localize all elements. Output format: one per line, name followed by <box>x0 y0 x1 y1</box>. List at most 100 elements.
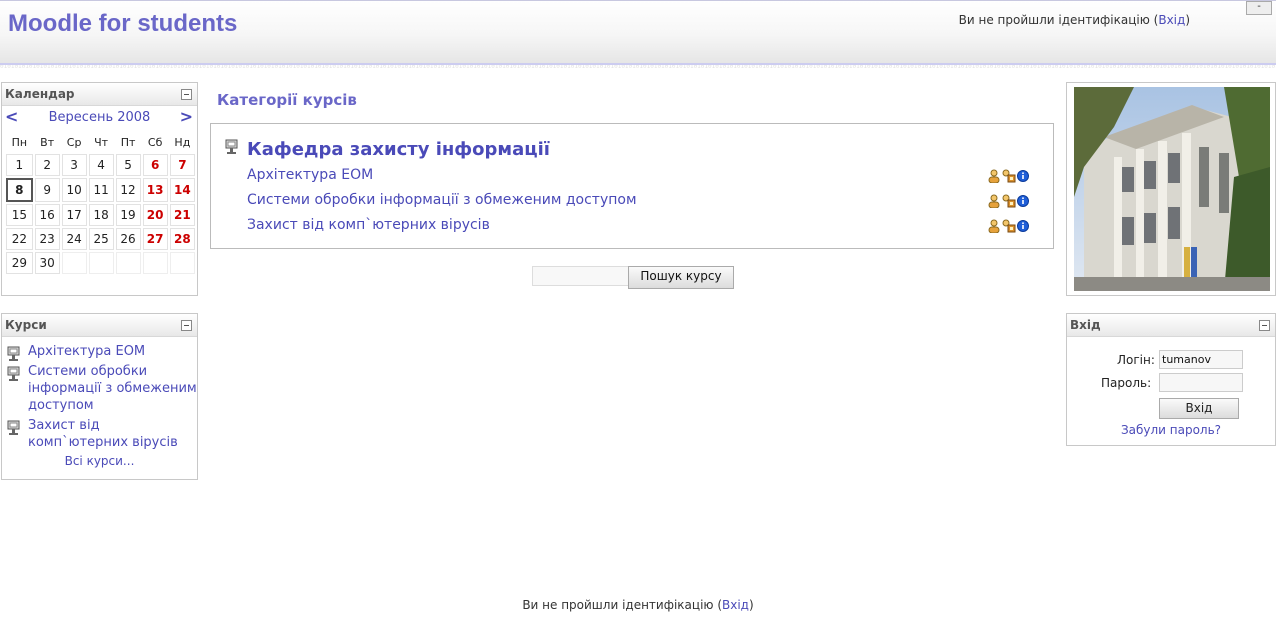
page-title: Категорії курсів <box>217 91 357 109</box>
page-footer: Ви не пройшли ідентифікацію (Вхід) <box>522 598 754 612</box>
course-info-icons <box>987 194 1030 211</box>
calendar-block-title: Календар <box>5 87 75 101</box>
weekday-header: Пт <box>120 135 136 149</box>
category-course-link[interactable]: Системи обробки інформації з обмеженим д… <box>247 192 637 208</box>
calendar-day[interactable]: 26 <box>115 228 141 250</box>
enrolment-key-icon[interactable] <box>1002 194 1016 211</box>
footer-login-status: Ви не пройшли ідентифікацію <box>522 598 714 612</box>
calendar-day[interactable]: 20 <box>142 204 168 226</box>
calendar-day[interactable]: 6 <box>142 154 168 176</box>
calendar-empty-cell <box>142 252 168 274</box>
course-info-icon[interactable] <box>1017 220 1029 235</box>
footer-login-link[interactable]: Вхід <box>722 598 749 612</box>
guest-access-icon[interactable] <box>987 194 1001 211</box>
login-form: Логін: tumanov Пароль: Вхід Забули парол… <box>1067 337 1275 461</box>
calendar-empty-cell <box>61 252 87 274</box>
sidebar-course-item: Захист від комп`ютерних вірусів <box>4 417 197 451</box>
collapse-icon[interactable] <box>181 320 192 331</box>
calendar-day[interactable]: 9 <box>34 178 60 202</box>
calendar-day[interactable]: 5 <box>115 154 141 176</box>
course-info-icons <box>987 169 1030 186</box>
calendar-day[interactable]: 11 <box>88 178 114 202</box>
course-list: Архітектура ЕОМ Системи обробки інформаці… <box>2 337 197 451</box>
login-link[interactable]: Вхід <box>1158 13 1185 27</box>
forgot-password-link[interactable]: Забули пароль? <box>1067 423 1275 437</box>
sidebar-course-link[interactable]: Захист від комп`ютерних вірусів <box>28 418 178 450</box>
login-submit-button[interactable]: Вхід <box>1159 398 1239 419</box>
calendar-day[interactable]: 16 <box>34 204 60 226</box>
sidebar-course-item: Архітектура ЕОМ <box>4 343 197 361</box>
calendar-day[interactable]: 27 <box>142 228 168 250</box>
calendar-day[interactable]: 28 <box>169 228 195 250</box>
collapse-header-button[interactable]: - <box>1246 1 1272 15</box>
password-label: Пароль: <box>1101 376 1152 390</box>
category-course-link[interactable]: Захист від комп`ютерних вірусів <box>247 217 490 233</box>
username-label: Логін: <box>1117 353 1155 367</box>
calendar-day[interactable]: 24 <box>61 228 87 250</box>
weekday-header: Пн <box>11 135 28 149</box>
calendar-day[interactable]: 3 <box>61 154 87 176</box>
enrolment-key-icon[interactable] <box>1002 219 1016 236</box>
calendar-grid: Пн Вт Ср Чт Пт Сб Нд 1 2 3 4 5 6 7 8 9 10 11 12 13 14 15 16 17 1… <box>4 130 197 276</box>
calendar-empty-cell <box>169 252 195 274</box>
calendar-day[interactable]: 14 <box>169 178 195 202</box>
site-title[interactable]: Moodle for students <box>8 10 237 38</box>
weekday-header: Чт <box>94 135 109 149</box>
calendar-day[interactable]: 1 <box>6 154 33 176</box>
calendar-day[interactable]: 2 <box>34 154 60 176</box>
building-photo <box>1074 87 1270 291</box>
login-info: Ви не пройшли ідентифікацію (Вхід) <box>958 13 1190 27</box>
calendar-day[interactable]: 13 <box>142 178 168 202</box>
category-course-link[interactable]: Архітектура ЕОМ <box>247 167 373 183</box>
next-month-link[interactable]: > <box>180 107 193 126</box>
calendar-day[interactable]: 22 <box>6 228 33 250</box>
collapse-icon[interactable] <box>1259 320 1270 331</box>
calendar-month-link[interactable]: Вересень 2008 <box>2 110 197 125</box>
page-header: Moodle for students Ви не пройшли іденти… <box>0 0 1276 65</box>
courses-block-title: Курси <box>5 318 47 332</box>
username-field[interactable]: tumanov <box>1159 350 1243 369</box>
sidebar-course-link[interactable]: Архітектура ЕОМ <box>28 344 145 359</box>
guest-access-icon[interactable] <box>987 219 1001 236</box>
calendar-block: Календар < Вересень 2008 > Пн Вт Ср Чт Пт Сб Н… <box>1 82 198 296</box>
courses-block: Курси Архітектура ЕОМ Системи обробки інф… <box>1 313 198 480</box>
course-icon <box>7 366 21 387</box>
calendar-day[interactable]: 7 <box>169 154 195 176</box>
course-search-input[interactable] <box>532 266 633 286</box>
category-link[interactable]: Кафедра захисту інформації <box>247 139 550 160</box>
category-icon <box>225 139 239 158</box>
course-info-icon[interactable] <box>1017 170 1029 185</box>
weekday-header: Нд <box>174 135 191 149</box>
calendar-day[interactable]: 18 <box>88 204 114 226</box>
password-field[interactable] <box>1159 373 1243 392</box>
weekday-header: Сб <box>147 135 163 149</box>
calendar-day[interactable]: 19 <box>115 204 141 226</box>
calendar-day[interactable]: 15 <box>6 204 33 226</box>
calendar-day[interactable]: 8 <box>6 178 33 202</box>
guest-access-icon[interactable] <box>987 169 1001 186</box>
course-icon <box>7 420 21 441</box>
login-status-text: Ви не пройшли ідентифікацію <box>958 13 1150 27</box>
all-courses-link[interactable]: Всі курси... <box>2 454 197 468</box>
calendar-nav: < Вересень 2008 > <box>2 106 197 128</box>
calendar-day[interactable]: 30 <box>34 252 60 274</box>
calendar-day[interactable]: 4 <box>88 154 114 176</box>
sidebar-course-item: Системи обробки інформації з обмеженим д… <box>4 363 197 414</box>
calendar-day[interactable]: 17 <box>61 204 87 226</box>
course-search-button[interactable]: Пошук курсу <box>628 266 734 289</box>
calendar-day[interactable]: 21 <box>169 204 195 226</box>
weekday-header: Ср <box>66 135 82 149</box>
enrolment-key-icon[interactable] <box>1002 169 1016 186</box>
sidebar-course-link[interactable]: Системи обробки інформації з обмеженим д… <box>28 364 197 413</box>
calendar-day[interactable]: 29 <box>6 252 33 274</box>
collapse-icon[interactable] <box>181 89 192 100</box>
courses-block-header: Курси <box>2 314 197 337</box>
building-photo-block <box>1066 82 1276 296</box>
course-info-icon[interactable] <box>1017 195 1029 210</box>
course-info-icons <box>987 219 1030 236</box>
calendar-day[interactable]: 23 <box>34 228 60 250</box>
calendar-day[interactable]: 10 <box>61 178 87 202</box>
weekday-header: Вт <box>40 135 55 149</box>
calendar-day[interactable]: 25 <box>88 228 114 250</box>
calendar-day[interactable]: 12 <box>115 178 141 202</box>
